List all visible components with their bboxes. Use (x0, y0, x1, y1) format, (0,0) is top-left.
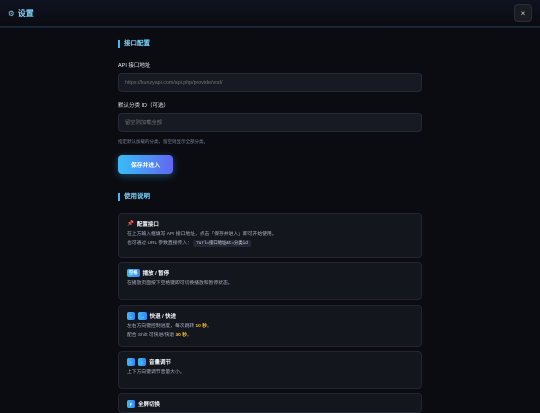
down-arrow-key-badge: ↓ (138, 358, 146, 366)
card-line-text: 。 (186, 333, 192, 338)
top-bar: ⚙ 设置 × (0, 0, 540, 27)
card-line-text: 配合 Shift 可快进/快退 (127, 333, 176, 338)
usage-card-volume: ↑ ↓ 音量调节 上下方向键调节音量大小。 (118, 351, 422, 389)
category-label: 默认分类 ID（可选） (118, 103, 170, 109)
shift-seek-seconds: 30 秒 (175, 333, 187, 338)
usage-card-fullscreen: F 全屏切换 (118, 393, 422, 413)
card-line: 配合 Shift 可快进/快退 30 秒。 (127, 331, 413, 340)
save-button-label: 保存并进入 (131, 163, 160, 169)
left-arrow-key-badge: ← (127, 312, 136, 320)
card-line: 左右方向键控制进度，每次跳转 10 秒。 (127, 322, 413, 331)
page-title: ⚙ 设置 (8, 8, 34, 19)
section-title-text: 使用说明 (124, 193, 150, 200)
card-title: 快退 / 快进 (149, 314, 177, 320)
right-arrow-key-badge: → (138, 312, 147, 320)
card-line-with-code: 也可通过 URL 参数直接传入： ?url=接口地址&t=分类id (127, 239, 413, 248)
card-line: 也可通过 URL 参数直接传入： (127, 241, 192, 246)
save-button[interactable]: 保存并进入 (118, 155, 173, 174)
card-title: 配置接口 (136, 222, 159, 228)
space-key-badge: 空格 (127, 269, 140, 277)
section-title-text: 接口配置 (124, 40, 150, 47)
card-line: 在上方输入框填写 API 接口地址，点击「保存并进入」即可开始使用。 (127, 232, 277, 237)
seek-seconds: 10 秒 (195, 324, 207, 329)
section-title-interface: 接口配置 (118, 40, 150, 48)
usage-card-play-pause: 空格 播放 / 暂停 在播放页面按下空格键即可切换播放和暂停状态。 (118, 262, 422, 300)
api-label: API 接口地址 (118, 63, 151, 69)
up-arrow-key-badge: ↑ (127, 358, 135, 366)
card-title: 播放 / 暂停 (142, 271, 170, 277)
close-button[interactable]: × (514, 4, 532, 22)
card-line-text: 左右方向键控制进度，每次跳转 (127, 324, 196, 329)
card-line: 在播放页面按下空格键即可切换播放和暂停状态。 (127, 281, 233, 286)
card-line: 上下方向键调节音量大小。 (127, 370, 185, 375)
card-title: 音量调节 (149, 360, 172, 366)
category-input[interactable] (118, 113, 422, 132)
page-title-text: 设置 (17, 9, 34, 18)
card-line-text: 。 (206, 324, 212, 329)
pushpin-icon: 📌 (127, 221, 134, 227)
f-key-badge: F (127, 400, 135, 408)
url-param-code: ?url=接口地址&t=分类id (193, 240, 251, 247)
close-icon: × (520, 8, 526, 18)
gear-icon: ⚙ (8, 9, 15, 18)
card-title: 全屏切换 (138, 402, 161, 408)
usage-card-seek: ← → 快退 / 快进 左右方向键控制进度，每次跳转 10 秒。 配合 Shif… (118, 305, 422, 347)
api-input[interactable] (118, 73, 422, 92)
category-hint: 指定默认加载的分类，留空则显示全部分类。 (118, 139, 208, 144)
usage-card-config: 📌 配置接口 在上方输入框填写 API 接口地址，点击「保存并进入」即可开始使用… (118, 213, 422, 258)
section-title-usage: 使用说明 (118, 193, 150, 201)
